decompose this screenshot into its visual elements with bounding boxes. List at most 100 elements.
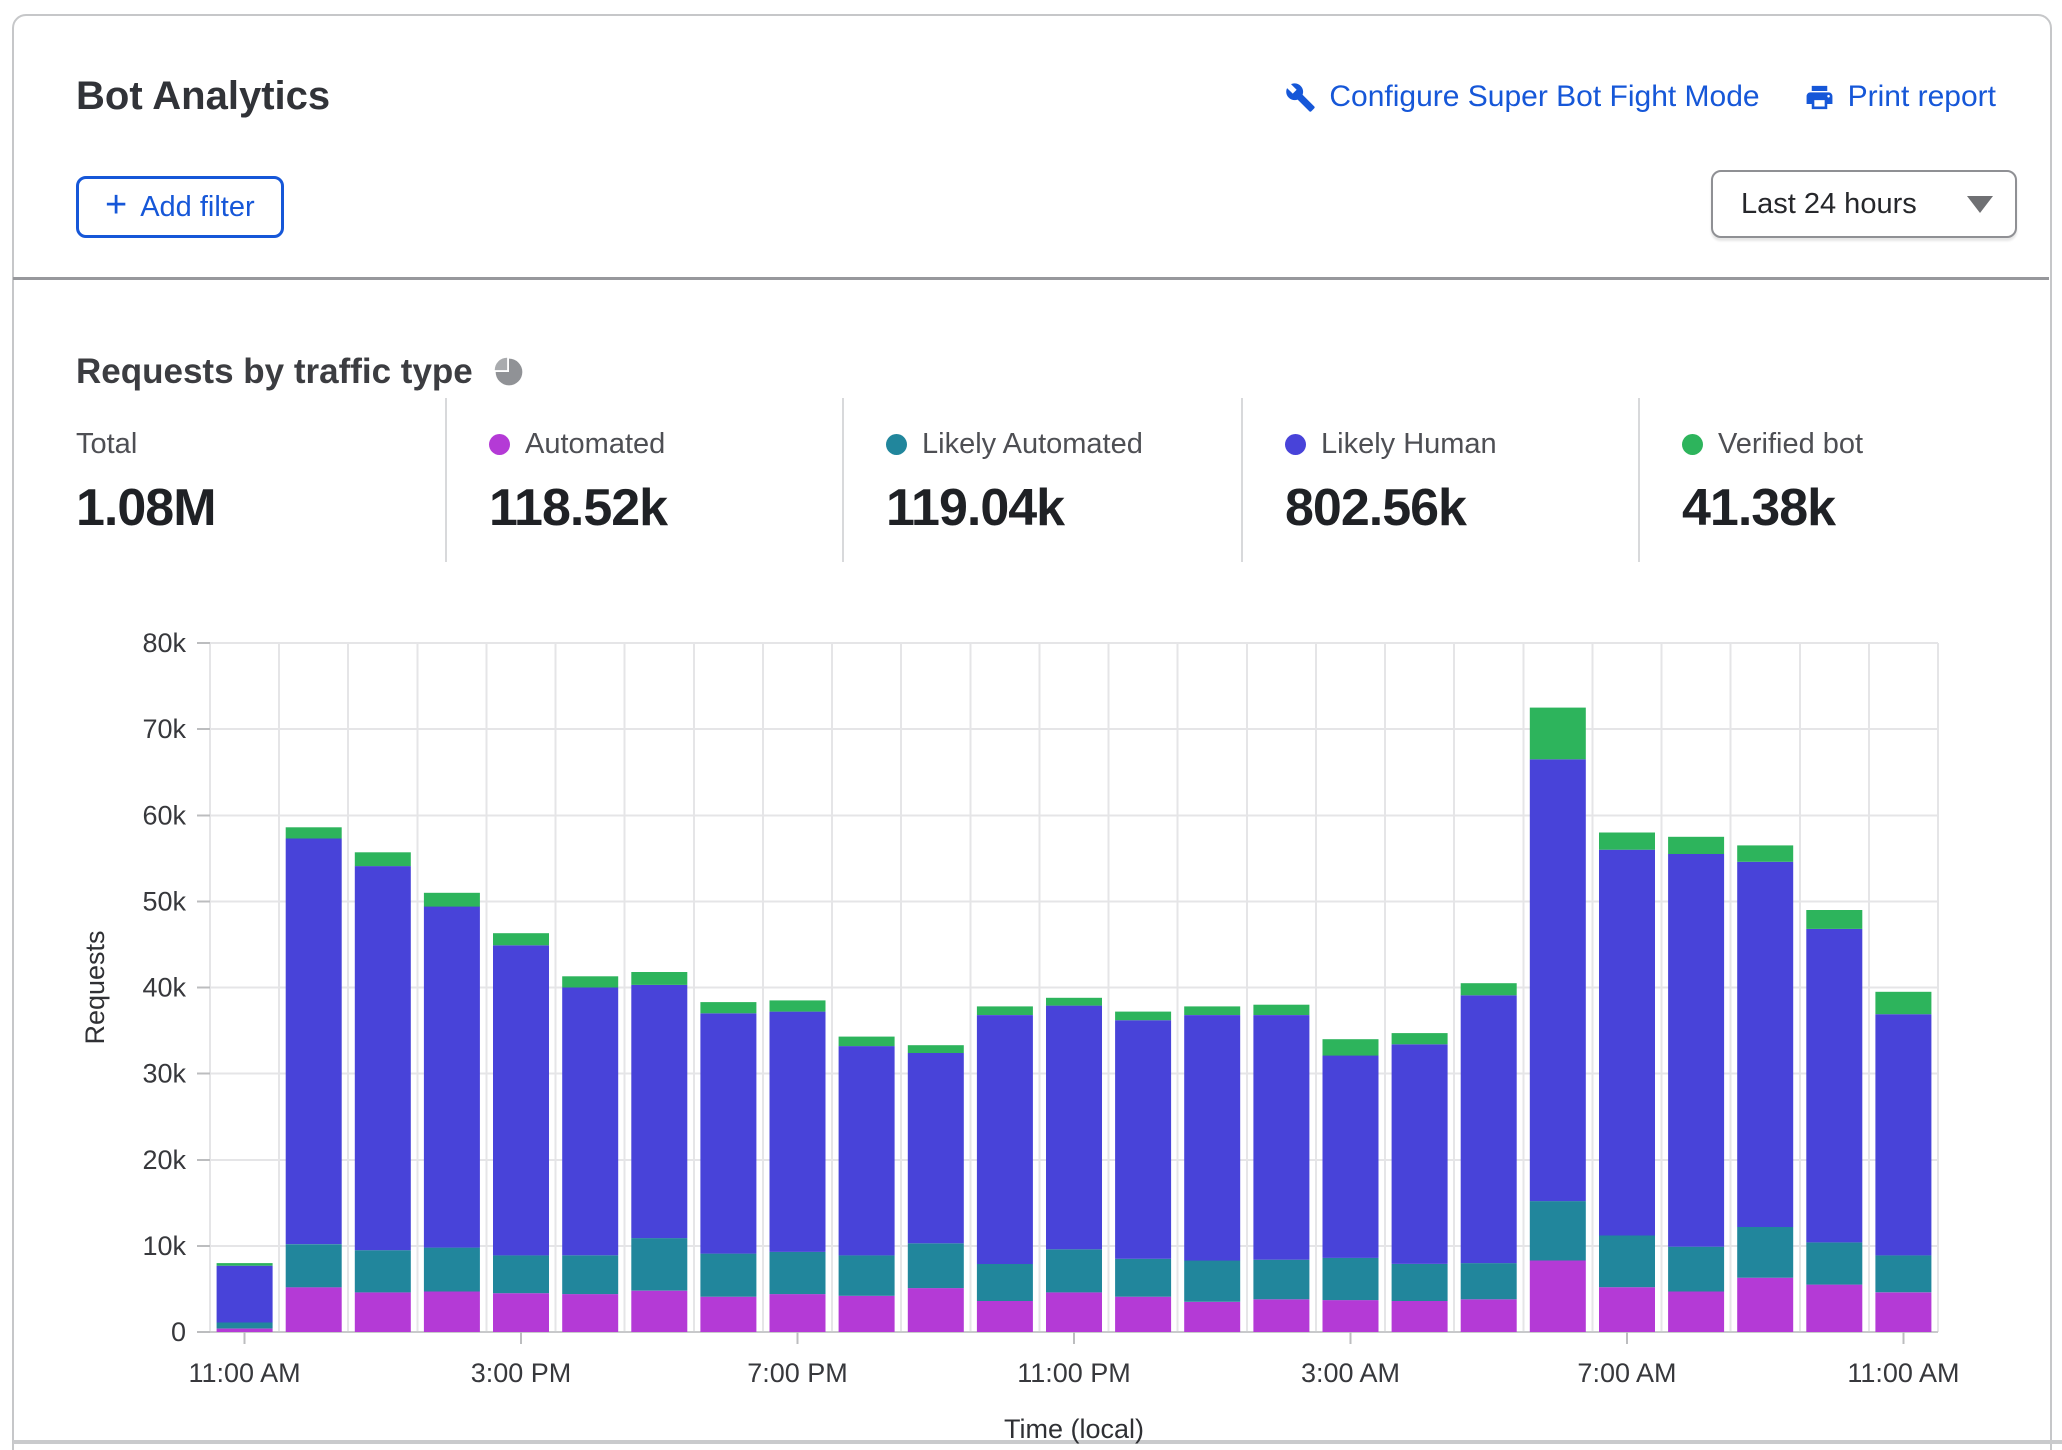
bar-segment-likely-automated [424, 1248, 480, 1292]
y-tick-label: 80k [142, 628, 186, 658]
bar-segment-automated [1461, 1299, 1517, 1332]
bar-segment-likely-human [1046, 1006, 1102, 1250]
automated-dot [489, 434, 510, 455]
chevron-down-icon [1967, 196, 1993, 213]
time-range-select[interactable]: Last 24 hours [1711, 170, 2017, 238]
x-axis-label: Time (local) [1004, 1414, 1144, 1444]
bar-segment-automated [700, 1297, 756, 1332]
bar-segment-automated [217, 1329, 273, 1332]
time-range-value: Last 24 hours [1741, 188, 1917, 221]
bar-segment-likely-automated [839, 1255, 895, 1296]
bar-segment-likely-human [1253, 1015, 1309, 1260]
stat-verified-bot-label-row: Verified bot [1682, 428, 2018, 461]
bar-segment-likely-human [1599, 850, 1655, 1236]
bar-segment-likely-automated [1461, 1263, 1517, 1299]
bar-segment-verified-bot [1668, 837, 1724, 854]
bar-segment-verified-bot [1875, 992, 1931, 1014]
bar-segment-automated [1668, 1292, 1724, 1333]
bar-segment-verified-bot [1461, 983, 1517, 995]
y-tick-label: 20k [142, 1145, 186, 1175]
bar-segment-automated [839, 1296, 895, 1332]
bar-segment-likely-human [1806, 929, 1862, 1243]
bar-segment-verified-bot [631, 972, 687, 985]
print-link-label: Print report [1848, 80, 1996, 114]
bot-analytics-page: Bot Analytics Configure Super Bot Fight … [0, 0, 2062, 1450]
bar-segment-likely-automated [562, 1255, 618, 1294]
bar-segment-likely-human [1392, 1044, 1448, 1264]
x-tick-label: 7:00 PM [747, 1358, 848, 1388]
bar-segment-verified-bot [286, 827, 342, 838]
y-tick-label: 0 [171, 1317, 186, 1347]
bar-segment-automated [631, 1291, 687, 1332]
add-filter-button[interactable]: + Add filter [76, 176, 284, 238]
stat-total: Total 1.08M [76, 398, 445, 562]
bar-segment-verified-bot [424, 893, 480, 907]
y-tick-label: 10k [142, 1231, 186, 1261]
section-heading: Requests by traffic type [76, 352, 473, 392]
bar-segment-likely-automated [1530, 1201, 1586, 1260]
section-heading-row: Requests by traffic type [76, 352, 525, 392]
bar-segment-likely-human [1184, 1015, 1240, 1261]
y-tick-label: 50k [142, 886, 186, 916]
stat-likely-automated-label-row: Likely Automated [886, 428, 1241, 461]
stat-label: Automated [525, 428, 665, 461]
page-title: Bot Analytics [76, 74, 330, 119]
bar-segment-verified-bot [1046, 998, 1102, 1006]
verified-bot-dot [1682, 434, 1703, 455]
stat-label: Likely Human [1321, 428, 1497, 461]
bar-segment-likely-human [700, 1013, 756, 1253]
bar-segment-likely-human [286, 839, 342, 1245]
stat-label: Verified bot [1718, 428, 1863, 461]
y-tick-label: 30k [142, 1059, 186, 1089]
stat-likely-human-label-row: Likely Human [1285, 428, 1638, 461]
bar-segment-verified-bot [1530, 708, 1586, 760]
bar-segment-likely-human [1737, 862, 1793, 1227]
x-tick-label: 11:00 PM [1017, 1358, 1131, 1388]
bar-segment-verified-bot [355, 852, 411, 866]
bar-segment-likely-human [1668, 854, 1724, 1247]
wrench-icon [1285, 82, 1316, 113]
bar-segment-likely-automated [1668, 1247, 1724, 1292]
bar-segment-likely-automated [1392, 1264, 1448, 1301]
configure-super-bot-fight-mode-link[interactable]: Configure Super Bot Fight Mode [1285, 80, 1759, 114]
bar-segment-automated [1737, 1278, 1793, 1332]
bar-segment-likely-human [1461, 995, 1517, 1263]
bar-segment-likely-automated [355, 1250, 411, 1292]
likely-automated-dot [886, 434, 907, 455]
bar-segment-automated [562, 1294, 618, 1332]
x-tick-label: 7:00 AM [1577, 1358, 1676, 1388]
bar-segment-automated [1046, 1292, 1102, 1332]
bar-segment-verified-bot [1253, 1005, 1309, 1015]
stat-total-label-row: Total [76, 428, 445, 461]
traffic-type-legend-stats: Total 1.08M Automated 118.52k Likely Aut… [76, 398, 2018, 562]
bar-segment-automated [424, 1292, 480, 1333]
y-tick-label: 60k [142, 800, 186, 830]
bar-segment-verified-bot [1737, 845, 1793, 861]
bar-segment-verified-bot [1392, 1033, 1448, 1044]
requests-by-traffic-type-chart: 010k20k30k40k50k60k70k80k11:00 AM3:00 PM… [0, 598, 2062, 1450]
stat-likely-human: Likely Human 802.56k [1241, 398, 1638, 562]
bar-segment-likely-human [631, 985, 687, 1238]
bar-segment-automated [1253, 1299, 1309, 1332]
bar-segment-automated [1806, 1285, 1862, 1332]
bar-segment-automated [1184, 1302, 1240, 1332]
y-tick-label: 40k [142, 973, 186, 1003]
print-report-link[interactable]: Print report [1804, 80, 1996, 114]
stat-verified-bot: Verified bot 41.38k [1638, 398, 2018, 562]
bar-segment-likely-automated [1184, 1261, 1240, 1302]
bar-segment-likely-automated [1323, 1258, 1379, 1300]
stat-automated-value: 118.52k [489, 478, 842, 538]
stat-verified-bot-value: 41.38k [1682, 478, 2018, 538]
bar-segment-verified-bot [908, 1045, 964, 1053]
bar-segment-likely-human [493, 945, 549, 1255]
bar-segment-likely-automated [770, 1252, 826, 1294]
bar-segment-likely-automated [1806, 1242, 1862, 1284]
bar-segment-likely-automated [217, 1323, 273, 1329]
bar-segment-automated [977, 1301, 1033, 1332]
stat-automated: Automated 118.52k [445, 398, 842, 562]
bar-segment-likely-automated [700, 1254, 756, 1297]
add-filter-label: Add filter [140, 191, 254, 224]
bar-segment-verified-bot [1323, 1039, 1379, 1055]
bar-segment-likely-human [839, 1046, 895, 1255]
likely-human-dot [1285, 434, 1306, 455]
